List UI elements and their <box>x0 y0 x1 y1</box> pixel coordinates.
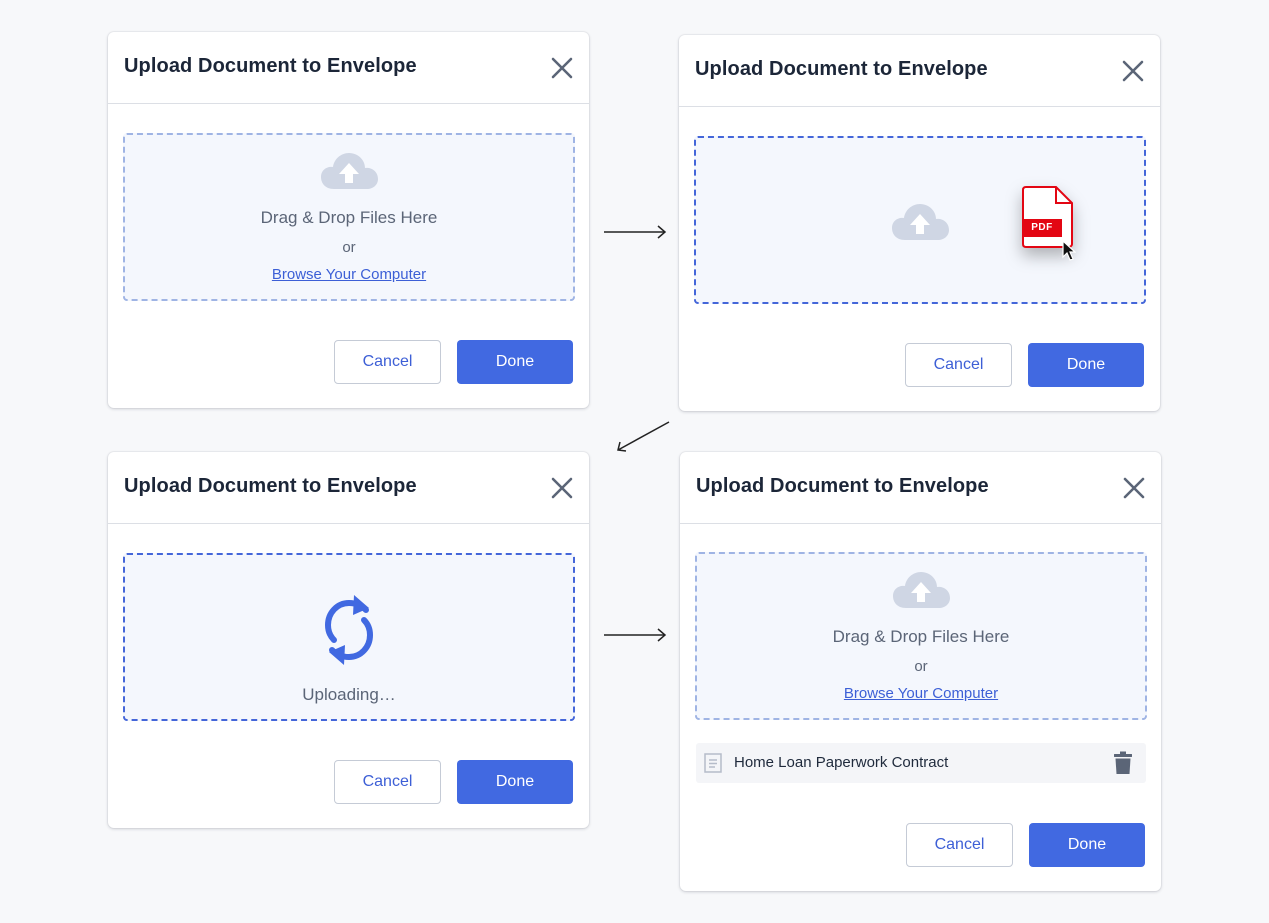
flow-arrow-right <box>604 628 667 642</box>
close-icon[interactable] <box>1121 475 1147 501</box>
cloud-upload-icon <box>893 572 950 608</box>
file-dropzone[interactable]: Uploading… <box>123 553 575 721</box>
pdf-file-icon <box>1022 186 1073 248</box>
done-button[interactable]: Done <box>1028 343 1144 387</box>
done-button[interactable]: Done <box>1029 823 1145 867</box>
document-icon <box>704 753 722 773</box>
cloud-upload-icon <box>321 153 378 189</box>
file-dropzone[interactable]: Drag & Drop Files Here or Browse Your Co… <box>123 133 575 301</box>
upload-dialog-uploading: Upload Document to Envelope Uploading… C… <box>108 452 589 828</box>
cancel-button[interactable]: Cancel <box>905 343 1012 387</box>
done-button[interactable]: Done <box>457 760 573 804</box>
cancel-button[interactable]: Cancel <box>906 823 1013 867</box>
upload-dialog-dragging: Upload Document to Envelope PDF Cancel D… <box>679 35 1160 411</box>
file-dropzone[interactable]: PDF <box>694 136 1146 304</box>
cancel-button[interactable]: Cancel <box>334 340 441 384</box>
close-icon[interactable] <box>549 475 575 501</box>
pdf-badge: PDF <box>1031 222 1053 233</box>
dropzone-text: Drag & Drop Files Here <box>832 627 1010 646</box>
dragged-pdf-file[interactable]: PDF <box>1022 186 1074 248</box>
dialog-header: Upload Document to Envelope <box>108 452 589 524</box>
mouse-pointer-icon <box>1062 240 1076 261</box>
browse-computer-link[interactable]: Browse Your Computer <box>272 266 426 283</box>
trash-icon[interactable] <box>1113 751 1133 775</box>
dialog-title: Upload Document to Envelope <box>695 58 988 80</box>
dropzone-or: or <box>914 658 928 675</box>
dialog-header: Upload Document to Envelope <box>680 452 1161 524</box>
dropzone-or: or <box>342 239 356 256</box>
close-icon[interactable] <box>549 55 575 81</box>
done-button[interactable]: Done <box>457 340 573 384</box>
browse-computer-link[interactable]: Browse Your Computer <box>844 685 998 702</box>
dialog-title: Upload Document to Envelope <box>696 475 989 497</box>
uploading-text: Uploading… <box>302 685 396 704</box>
flow-arrow-right <box>604 225 667 239</box>
flow-arrow-down-left <box>617 421 670 452</box>
dropzone-text: Drag & Drop Files Here <box>260 208 438 227</box>
upload-dialog-idle: Upload Document to Envelope Drag & Drop … <box>108 32 589 408</box>
uploaded-file-name: Home Loan Paperwork Contract <box>734 754 949 771</box>
upload-dialog-complete: Upload Document to Envelope Drag & Drop … <box>680 452 1161 891</box>
uploaded-file-row: Home Loan Paperwork Contract <box>696 743 1146 783</box>
cancel-button[interactable]: Cancel <box>334 760 441 804</box>
cloud-upload-icon <box>892 204 949 240</box>
sync-icon <box>324 595 374 665</box>
file-dropzone[interactable]: Drag & Drop Files Here or Browse Your Co… <box>695 552 1147 720</box>
dialog-title: Upload Document to Envelope <box>124 475 417 497</box>
dialog-header: Upload Document to Envelope <box>679 35 1160 107</box>
close-icon[interactable] <box>1120 58 1146 84</box>
dialog-title: Upload Document to Envelope <box>124 55 417 77</box>
dialog-header: Upload Document to Envelope <box>108 32 589 104</box>
